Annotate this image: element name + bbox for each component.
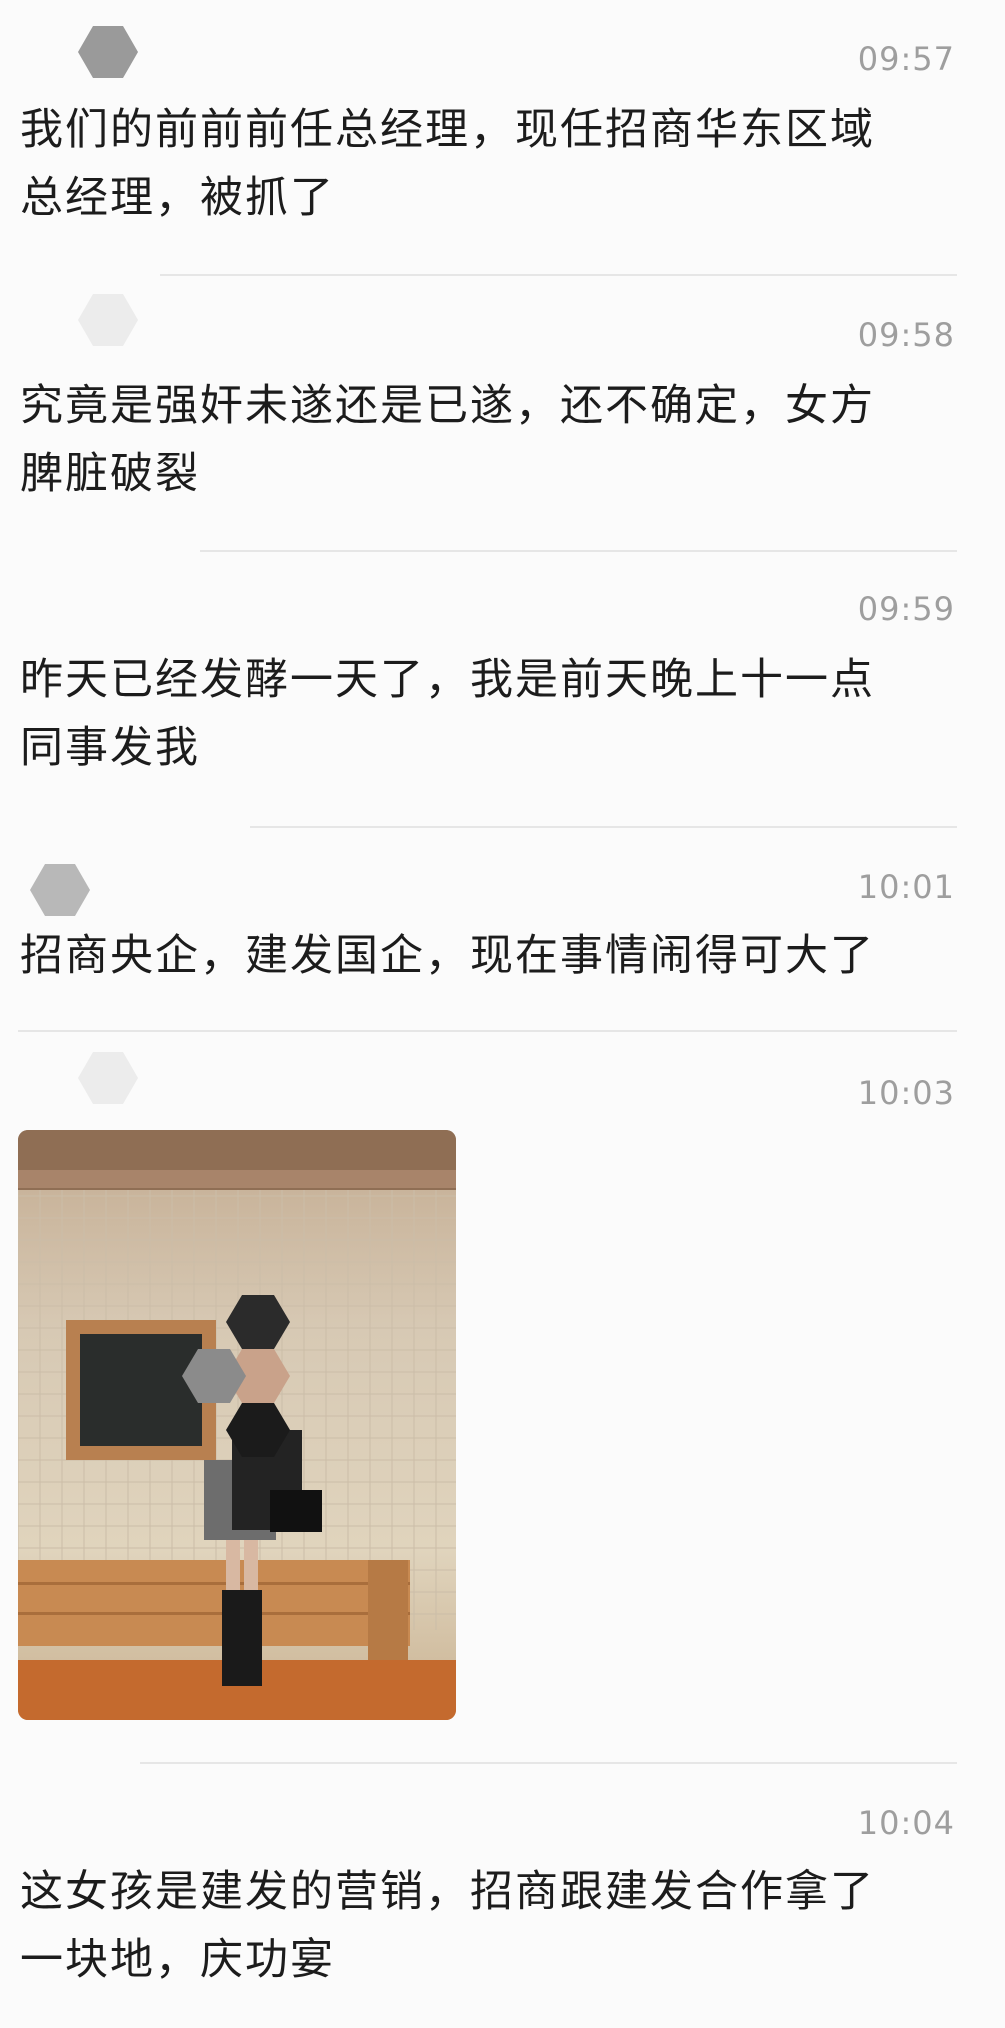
message-4[interactable]: 10:01 招商央企，建发国企，现在事情闹得可大了 (0, 828, 1005, 1032)
avatar[interactable] (78, 26, 138, 78)
message-text: 招商央企，建发国企，现在事情闹得可大了 (20, 931, 875, 981)
message-text: 究竟是强奸未遂还是已遂，还不确定，女方 脾脏破裂 (20, 381, 875, 499)
message-time: 09:58 (857, 316, 955, 354)
message-3[interactable]: 09:59 昨天已经发酵一天了，我是前天晚上十一点 同事发我 (0, 552, 1005, 828)
photo-message-image[interactable] (18, 1130, 456, 1720)
message-text: 昨天已经发酵一天了，我是前天晚上十一点 同事发我 (20, 655, 875, 773)
divider (160, 274, 957, 276)
message-time: 09:57 (857, 40, 955, 78)
message-6[interactable]: 10:04 这女孩是建发的营销，招商跟建发合作拿了 一块地，庆功宴 (0, 1764, 1005, 2028)
message-time: 10:04 (857, 1804, 955, 1842)
message-1[interactable]: 09:57 我们的前前前任总经理，现任招商华东区域 总经理，被抓了 (0, 0, 1005, 280)
message-time: 10:01 (857, 868, 955, 906)
avatar[interactable] (30, 864, 90, 916)
message-2[interactable]: 09:58 究竟是强奸未遂还是已遂，还不确定，女方 脾脏破裂 (0, 280, 1005, 552)
chat-history: 09:57 我们的前前前任总经理，现任招商华东区域 总经理，被抓了 09:58 … (0, 0, 1005, 2028)
photo-icon (18, 1130, 456, 1720)
message-time: 10:03 (857, 1074, 955, 1112)
message-text: 这女孩是建发的营销，招商跟建发合作拿了 一块地，庆功宴 (20, 1867, 875, 1985)
message-time: 09:59 (857, 590, 955, 628)
avatar[interactable] (78, 294, 138, 346)
avatar[interactable] (78, 1052, 138, 1104)
message-text: 我们的前前前任总经理，现任招商华东区域 总经理，被抓了 (20, 105, 875, 223)
